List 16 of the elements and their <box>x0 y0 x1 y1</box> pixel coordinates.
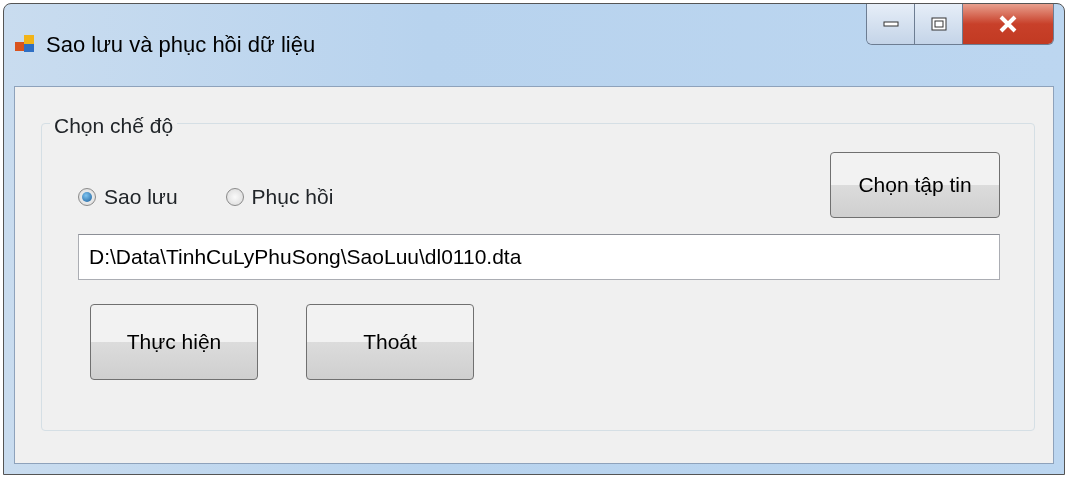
maximize-button[interactable] <box>915 4 963 44</box>
close-icon <box>998 15 1018 33</box>
file-path-field[interactable]: D:\Data\TinhCuLyPhuSong\SaoLuu\dl0110.dta <box>78 234 1000 280</box>
window-title: Sao lưu và phục hồi dữ liệu <box>46 31 316 59</box>
close-button[interactable] <box>963 4 1053 44</box>
execute-button[interactable]: Thực hiện <box>90 304 258 380</box>
app-icon <box>14 32 36 54</box>
minimize-button[interactable] <box>867 4 915 44</box>
radio-label: Phục hồi <box>251 184 334 211</box>
exit-button[interactable]: Thoát <box>306 304 474 380</box>
radio-label: Sao lưu <box>104 184 178 211</box>
radio-button[interactable] <box>225 188 244 206</box>
radio-button[interactable] <box>78 188 96 206</box>
choose-file-button[interactable]: Chọn tập tin <box>830 152 1000 218</box>
minimize-icon <box>882 20 899 28</box>
maximize-icon <box>930 17 947 31</box>
